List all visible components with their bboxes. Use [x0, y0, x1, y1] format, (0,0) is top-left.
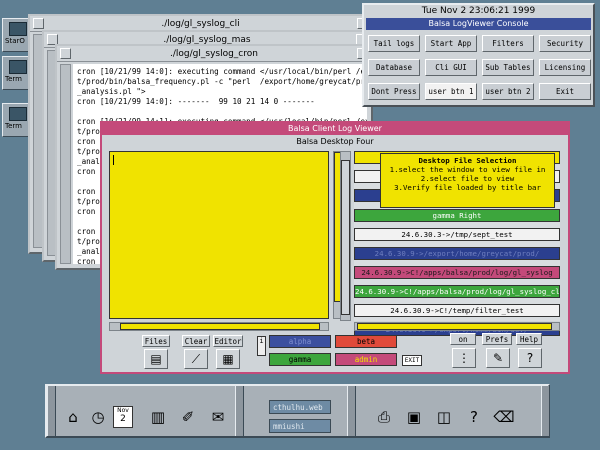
file-list-item[interactable]: 24.6.30.9->C!/apps/balsa/prod/log/gl_sys… — [354, 285, 560, 298]
notepad-icon[interactable]: ▦ — [216, 349, 240, 369]
workspace-button-1[interactable]: cthulhu.web — [269, 400, 331, 414]
tools-icon[interactable]: ✎ — [486, 348, 510, 368]
window-title: ./log/gl_syslog_cli — [161, 19, 240, 29]
window-title: ./log/gl_syslog_cron — [170, 49, 258, 59]
help-manager-icon[interactable]: ? — [461, 402, 487, 432]
desktop-icon-label: StarO — [5, 37, 25, 45]
panel-grip[interactable] — [235, 386, 244, 436]
traffic-light-icon[interactable]: ⋮ — [452, 348, 476, 368]
trash-icon[interactable]: ⌫ — [491, 402, 517, 432]
console-button-security[interactable]: Security — [539, 35, 591, 52]
terminal-line: cron [10/21/99 14:0]: ------- 99 10 21 1… — [77, 97, 315, 106]
help-heading: Desktop File Selection — [418, 156, 517, 165]
window-title: Balsa Client Log Viewer — [102, 123, 568, 135]
help-step: 3.Verify file loaded by title bar — [394, 183, 541, 192]
scrollbar-thumb[interactable] — [357, 323, 552, 330]
file-list-item[interactable]: 24.6.30.9->C!/temp/filter_test — [354, 304, 560, 317]
window-menu-icon[interactable] — [60, 48, 71, 59]
broom-icon[interactable]: ⟋ — [184, 349, 208, 369]
terminal-icon — [9, 60, 27, 74]
files-button[interactable]: Files — [142, 335, 170, 347]
printer-icon[interactable]: ⎙ — [371, 402, 397, 432]
scrollbar-thumb[interactable] — [120, 323, 320, 330]
help-button[interactable]: Help — [516, 333, 542, 345]
text-cursor — [113, 155, 114, 165]
file-list-item[interactable]: 24.6.30.9->/export/home/greycat/prod/ — [354, 247, 560, 260]
desktop-icon-label: Term — [5, 122, 22, 130]
console-clock: Tue Nov 2 23:06:21 1999 — [364, 5, 593, 18]
desktop-button-beta[interactable]: beta — [335, 335, 397, 348]
prefs-button[interactable]: Prefs — [482, 333, 512, 345]
panel-grip[interactable] — [47, 386, 56, 436]
log-text-pane[interactable] — [109, 151, 329, 319]
file-list-item[interactable]: 24.6.30.9->C!/apps/balsa/prod/log/gl_sys… — [354, 266, 560, 279]
console-button-dont-press[interactable]: Dont Press — [368, 83, 420, 100]
file-selection-help: Desktop File Selection 1.select the wind… — [380, 153, 555, 208]
help-book-icon[interactable]: ? — [518, 348, 542, 368]
console-button-exit[interactable]: Exit — [539, 83, 591, 100]
console-button-cli-gui[interactable]: Cli GUI — [425, 59, 477, 76]
scrollbar-thumb[interactable] — [341, 160, 350, 315]
app-manager-icon[interactable]: ◫ — [431, 402, 457, 432]
file-list-item[interactable]: gamma Right — [354, 209, 560, 222]
file-cabinet-icon[interactable]: ▤ — [144, 349, 168, 369]
console-button-start-app[interactable]: Start App — [425, 35, 477, 52]
scrollbar[interactable] — [60, 64, 71, 264]
console-button-user-btn-2[interactable]: user btn 2 — [482, 83, 534, 100]
desktop-icon-label: Term — [5, 75, 22, 83]
window-titlebar[interactable]: ./log/gl_syslog_cron — [57, 46, 371, 62]
monitor-icon — [9, 22, 27, 36]
exit-button[interactable]: EXIT — [402, 355, 422, 366]
clear-button[interactable]: Clear — [182, 335, 210, 347]
window-menu-icon[interactable] — [33, 18, 44, 29]
console-button-user-btn-1[interactable]: user btn 1 — [425, 83, 477, 100]
terminal-icon — [9, 107, 27, 121]
info-icon[interactable]: i — [257, 336, 266, 356]
console-button-licensing[interactable]: Licensing — [539, 59, 591, 76]
panel-grip[interactable] — [347, 386, 356, 436]
console-button-tail-logs[interactable]: Tail logs — [368, 35, 420, 52]
home-icon[interactable]: ⌂ — [60, 402, 86, 432]
desktop-button-gamma[interactable]: gamma — [269, 353, 331, 366]
text-editor-icon[interactable]: ✐ — [175, 402, 201, 432]
editor-button[interactable]: Editor — [213, 335, 243, 347]
workspace-button-2[interactable]: mmiushi — [269, 419, 331, 433]
desktop-button-admin[interactable]: admin — [335, 353, 397, 366]
desktop-button-alpha[interactable]: alpha — [269, 335, 331, 348]
cde-front-panel: ⌂ ◷ Nov 2 ▥ ✐ ✉ cthulhu.web mmiushi ⎙ ▣ … — [45, 384, 550, 438]
desktop-name: Balsa Desktop Four — [296, 137, 374, 146]
file-list-item[interactable]: 24.6.30.3->/tmp/sept_test — [354, 228, 560, 241]
terminal-line: cron [10/21/99 14:0]: executing command … — [77, 67, 367, 76]
mail-icon[interactable]: ✉ — [205, 402, 231, 432]
help-step: 2.select file to view — [420, 174, 515, 183]
file-list-horizontal-scrollbar[interactable] — [354, 322, 560, 331]
console-button-database[interactable]: Database — [368, 59, 420, 76]
clock-icon[interactable]: ◷ — [85, 402, 111, 432]
style-manager-icon[interactable]: ▣ — [401, 402, 427, 432]
help-step: 1.select the window to view file in — [389, 165, 546, 174]
terminal-line: _analysis.pl "> — [77, 87, 146, 96]
console-title: Balsa LogViewer Console — [366, 18, 591, 30]
calendar-icon[interactable]: Nov 2 — [113, 406, 133, 428]
console-button-sub-tables[interactable]: Sub Tables — [482, 59, 534, 76]
terminal-line: t/prod/bin/balsa_frequency.pl -c "perl /… — [77, 77, 367, 86]
on-button[interactable]: on — [450, 333, 476, 345]
panel-grip[interactable] — [541, 386, 550, 436]
client-log-viewer[interactable]: Balsa Client Log Viewer Balsa Desktop Fo… — [100, 121, 570, 374]
file-list-scrollbar[interactable] — [340, 151, 351, 321]
console-button-filters[interactable]: Filters — [482, 35, 534, 52]
log-horizontal-scrollbar[interactable] — [109, 322, 329, 331]
calendar-day: 2 — [120, 414, 126, 424]
logviewer-console[interactable]: Tue Nov 2 23:06:21 1999 Balsa LogViewer … — [362, 3, 595, 107]
file-manager-icon[interactable]: ▥ — [145, 402, 171, 432]
